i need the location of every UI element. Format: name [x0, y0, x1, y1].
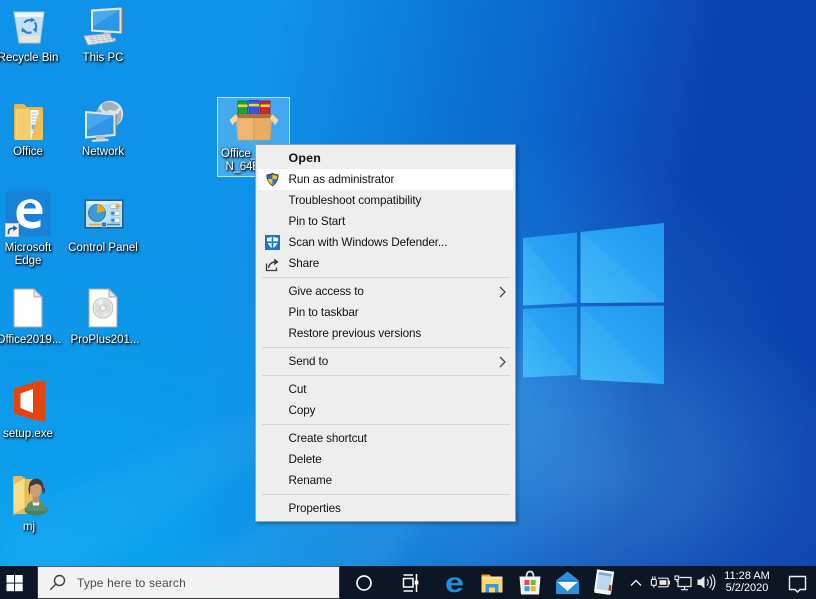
svg-text:e: e	[445, 567, 464, 598]
